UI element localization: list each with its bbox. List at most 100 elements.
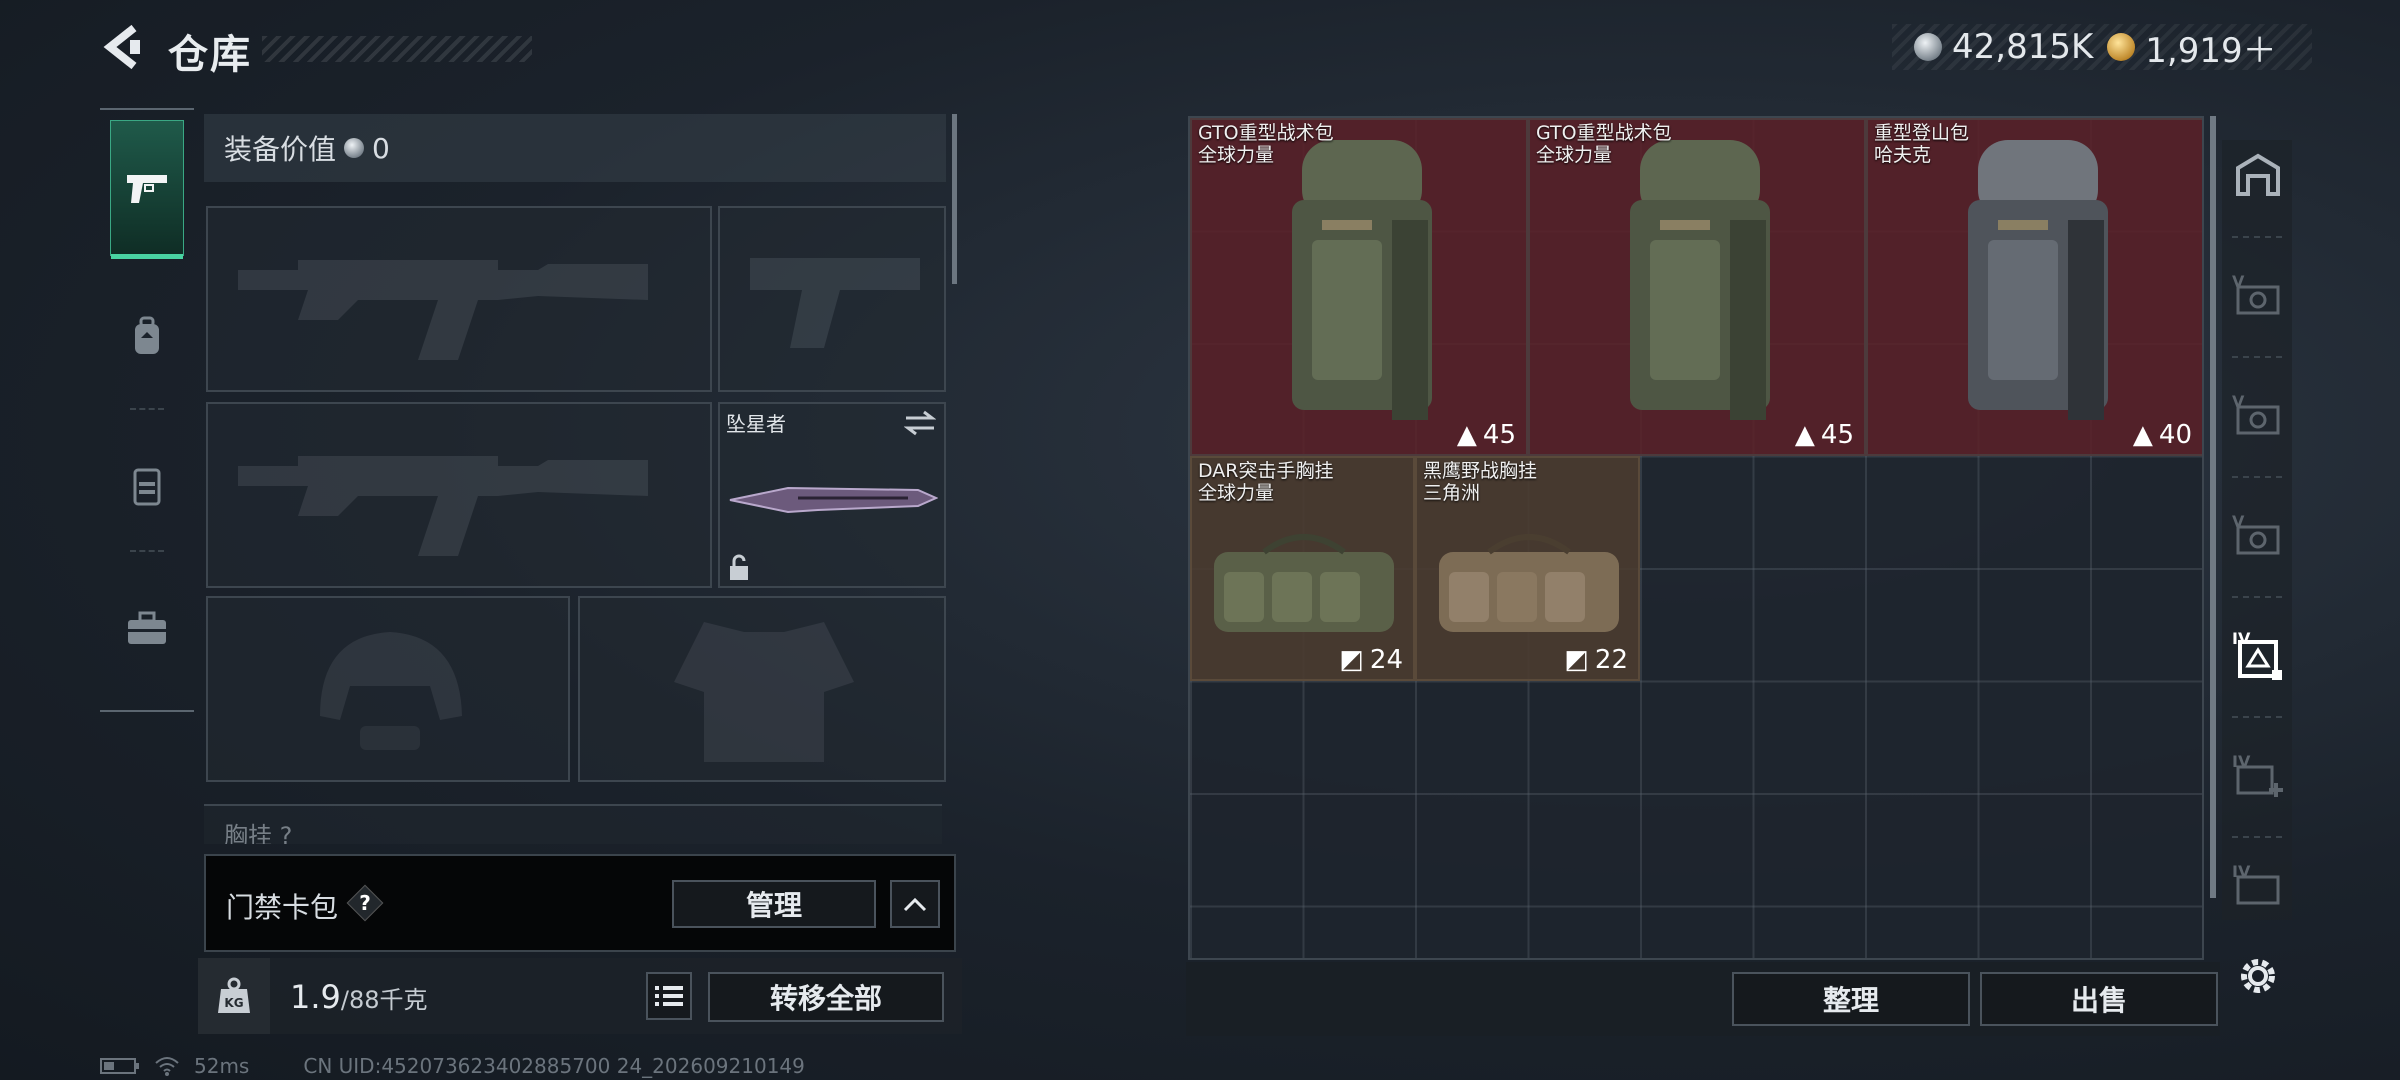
capacity-icon: ◩ xyxy=(1339,645,1364,675)
wifi-icon xyxy=(155,1057,179,1076)
settings-button[interactable] xyxy=(2234,952,2282,1000)
item-capacity: ▲ 40 xyxy=(2132,420,2192,450)
vest-icon xyxy=(133,468,161,506)
keycard-pack-label: 门禁卡包 xyxy=(226,891,339,924)
rail-divider xyxy=(2232,596,2282,598)
status-bar: 52ms CN UID:452073623402885700 24_202609… xyxy=(100,1054,805,1078)
rail-divider xyxy=(2232,716,2282,718)
chevron-up-icon xyxy=(903,897,927,912)
list-icon xyxy=(655,986,683,1006)
backpack-icon xyxy=(135,316,159,354)
item-name: GTO重型战术包 全球力量 xyxy=(1536,122,1672,166)
helmet-slot[interactable] xyxy=(206,596,570,782)
storage-item-backpack[interactable]: 重型登山包 哈夫克 ▲ 40 xyxy=(1866,118,2202,456)
list-view-button[interactable] xyxy=(646,972,692,1020)
capacity-icon: ◩ xyxy=(1564,645,1589,675)
rail-item-vest[interactable] xyxy=(110,418,184,554)
manage-button[interactable]: 管理 xyxy=(672,880,876,928)
vault-tab[interactable] xyxy=(2230,146,2286,202)
keycard-pack-row: 门禁卡包 ? 管理 xyxy=(204,854,956,952)
backpack-image xyxy=(1292,140,1432,420)
ping-text: 52ms xyxy=(194,1054,250,1078)
transfer-all-button[interactable]: 转移全部 xyxy=(708,972,944,1022)
capacity-icon: ▲ xyxy=(1456,420,1477,450)
storage-tab-5[interactable]: IV xyxy=(2230,856,2286,912)
capacity-icon: ▲ xyxy=(2132,420,2153,450)
chest-rig-image xyxy=(1214,534,1394,632)
storage-v-icon: V xyxy=(2232,512,2280,555)
currency-bar: 42,815K 1,919＋ xyxy=(1892,23,2312,72)
capacity-icon: ▲ xyxy=(1794,420,1815,450)
armor-slot[interactable] xyxy=(578,596,946,782)
melee-weapon-slot[interactable]: 坠星者 xyxy=(718,402,946,588)
storage-scrollbar[interactable] xyxy=(2210,116,2216,898)
back-button[interactable] xyxy=(100,22,144,72)
backpack-image xyxy=(1968,140,2108,420)
item-name: GTO重型战术包 全球力量 xyxy=(1198,122,1334,166)
pistol-silhouette-icon xyxy=(750,258,920,348)
currency-gold[interactable]: 1,919＋ xyxy=(2107,23,2277,72)
gear-icon xyxy=(2241,959,2275,993)
secondary-weapon-slot[interactable] xyxy=(718,206,946,392)
storage-iv-icon: IV xyxy=(2232,629,2282,680)
storage-tab-4-active[interactable]: IV xyxy=(2230,626,2286,682)
weight-icon-label: KG xyxy=(224,996,243,1010)
item-capacity: ▲ 45 xyxy=(1456,420,1516,450)
primary-weapon-slot[interactable] xyxy=(206,206,712,392)
melee-weapon-name: 坠星者 xyxy=(726,412,786,436)
item-name: DAR突击手胸挂 全球力量 xyxy=(1198,460,1334,504)
storage-tab-3[interactable]: V xyxy=(2230,506,2286,562)
weight-readout: 1.9/88千克 xyxy=(290,978,428,1016)
help-icon[interactable]: ? xyxy=(346,884,384,922)
storage-tab-2[interactable]: V xyxy=(2230,386,2286,442)
item-capacity: ◩ 22 xyxy=(1564,645,1628,675)
rail-item-backpack[interactable] xyxy=(110,268,184,404)
back-arrow-icon xyxy=(103,24,140,70)
storage-v-icon: V xyxy=(2232,392,2280,435)
storage-item-backpack[interactable]: GTO重型战术包 全球力量 ▲ 45 xyxy=(1190,118,1528,456)
swap-icon[interactable] xyxy=(904,410,936,436)
storage-item-chest-rig[interactable]: 黑鹰野战胸挂 三角洲 ◩ 22 xyxy=(1415,456,1640,681)
rail-divider xyxy=(130,408,164,410)
gold-coin-icon xyxy=(2107,33,2136,61)
organize-button[interactable]: 整理 xyxy=(1732,972,1970,1026)
page-title: 仓库 xyxy=(168,32,252,78)
item-capacity: ◩ 24 xyxy=(1339,645,1403,675)
weight-max: /88千克 xyxy=(340,986,428,1014)
storage-item-chest-rig[interactable]: DAR突击手胸挂 全球力量 ◩ 24 xyxy=(1190,456,1415,681)
storage-add-icon: IV xyxy=(2232,752,2283,797)
weight-value: 1.9 xyxy=(290,978,341,1016)
rail-divider xyxy=(2232,356,2282,358)
chest-rig-image xyxy=(1439,534,1619,632)
silver-coin-icon xyxy=(1914,33,1942,61)
battery-icon xyxy=(100,1058,139,1074)
equipment-value-label: 装备价值 xyxy=(224,133,337,166)
currency-silver-value: 42,815K xyxy=(1952,27,2094,67)
primary-weapon-slot-2[interactable] xyxy=(206,402,712,588)
rail-item-case[interactable] xyxy=(110,560,184,696)
collapse-button[interactable] xyxy=(890,880,940,928)
storage-footer: 整理 出售 xyxy=(1186,962,2220,1036)
armor-silhouette-icon xyxy=(674,622,854,762)
loadout-scrollbar[interactable] xyxy=(952,114,957,284)
rail-divider xyxy=(130,550,164,552)
storage-tab-1[interactable]: V xyxy=(2230,266,2286,322)
category-rail xyxy=(100,108,194,712)
storage-item-backpack[interactable]: GTO重型战术包 全球力量 ▲ 45 xyxy=(1528,118,1866,456)
storage-grid: GTO重型战术包 全球力量 ▲ 45 GTO重型战术包 全球力量 ▲ 45 重型登山包哈… xyxy=(1188,116,2204,960)
currency-silver[interactable]: 42,815K xyxy=(1914,27,2093,67)
uid-text: CN UID:452073623402885700 24_20260921014… xyxy=(303,1054,805,1078)
equipment-value-amount: 0 xyxy=(372,131,390,165)
rail-divider xyxy=(2232,476,2282,478)
bottom-bar: KG 1.9/88千克 转移全部 xyxy=(198,958,962,1034)
pistol-icon xyxy=(127,175,167,203)
equipment-value-bar: 装备价值 0 xyxy=(204,114,946,182)
backpack-image xyxy=(1630,140,1770,420)
rifle-silhouette-icon xyxy=(238,456,648,556)
storage-v-icon: V xyxy=(2232,272,2280,315)
storage-tab-add[interactable]: IV xyxy=(2230,746,2286,802)
weight-icon: KG xyxy=(218,977,250,1013)
sell-button[interactable]: 出售 xyxy=(1980,972,2218,1026)
rail-item-weapons[interactable] xyxy=(110,120,184,259)
rail-divider xyxy=(2232,236,2282,238)
